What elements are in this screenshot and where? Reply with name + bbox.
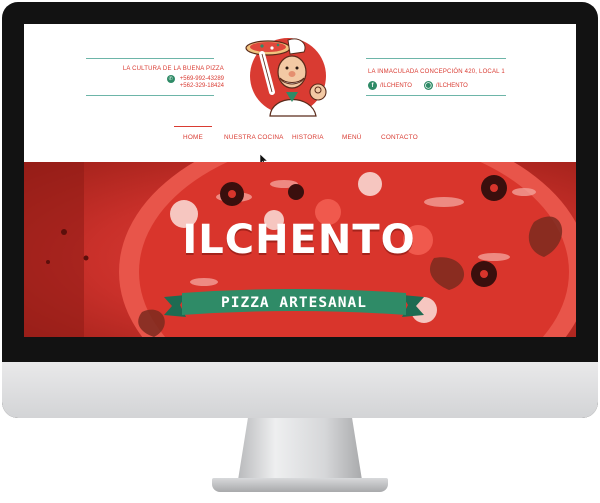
phone-number-2[interactable]: +562-329-18424 [180,83,224,89]
monitor-stand [238,418,362,480]
social-links: f /ILCHENTO ◯ /ILCHENTO [368,81,468,90]
tagline: LA CULTURA DE LA BUENA PIZZA [122,66,224,72]
nav-item-historia[interactable]: HISTORIA [292,132,324,143]
nav-item-contacto[interactable]: CONTACTO [381,132,418,143]
header-rule-right-top [366,58,506,59]
header-rule-left-bottom [86,95,214,96]
screen: LA CULTURA DE LA BUENA PIZZA ✆ +569-992-… [24,24,576,337]
hero-section: ILCHENTO PIZZA ARTESANAL [24,162,576,337]
monitor-chin [2,362,598,418]
nav-item-home[interactable]: HOME [174,126,212,143]
facebook-icon: f [368,81,377,90]
nav-item-menu[interactable]: MENÚ [342,132,362,143]
chef-mascot-logo[interactable] [232,32,344,118]
phone-row-2: +562-329-18424 [104,83,224,89]
instagram-handle: /ILCHENTO [435,82,468,89]
nav-item-nuestra-cocina[interactable]: NUESTRA COCINA [224,132,284,143]
phone-row-1: ✆ +569-992-43289 [104,75,224,83]
address: LA INMACULADA CONCEPCIÓN 420, LOCAL 1 [368,69,505,75]
instagram-icon: ◯ [423,81,433,90]
facebook-link[interactable]: f /ILCHENTO [368,81,412,90]
brand-wordmark: ILCHENTO [182,217,416,263]
facebook-handle: /ILCHENTO [380,82,412,89]
hero-subtitle: PIZZA ARTESANAL [221,295,367,311]
monitor-stand-base [212,478,388,492]
phone-number-1[interactable]: +569-992-43289 [180,76,224,82]
whatsapp-icon: ✆ [166,75,175,83]
instagram-link[interactable]: ◯ /ILCHENTO [423,81,468,90]
header-rule-right-bottom [366,95,506,96]
site-header: LA CULTURA DE LA BUENA PIZZA ✆ +569-992-… [24,24,576,166]
header-rule-left-top [86,58,214,59]
